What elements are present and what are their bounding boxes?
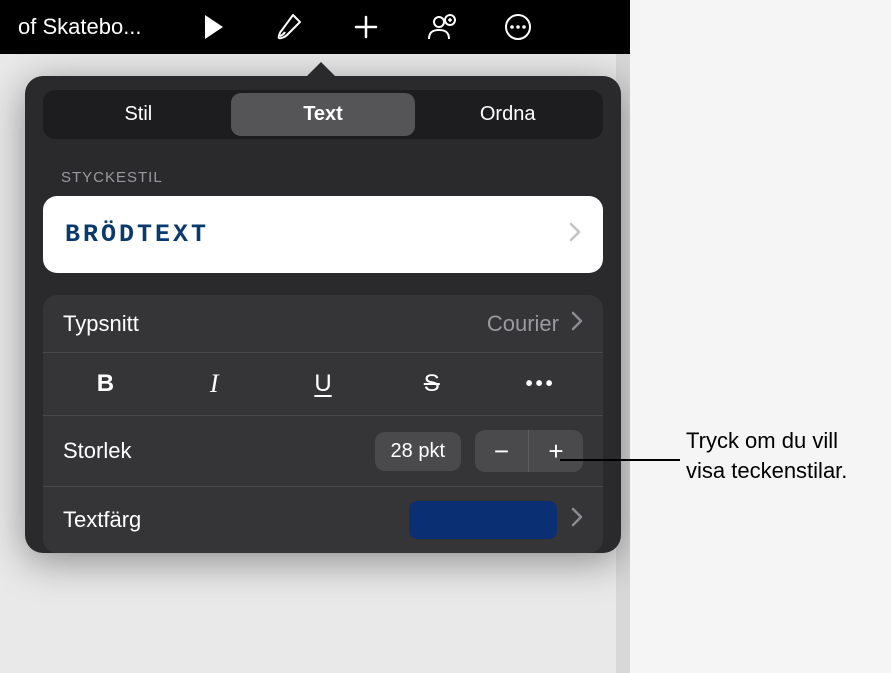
- font-value: Courier: [487, 311, 559, 337]
- more-button[interactable]: [480, 0, 556, 54]
- text-color-swatch[interactable]: [409, 501, 557, 539]
- size-row: Storlek 28 pkt − +: [43, 416, 603, 487]
- popover-caret: [305, 62, 337, 78]
- italic-button[interactable]: I: [160, 357, 269, 411]
- more-circle-icon: [503, 12, 533, 42]
- text-settings-group: Typsnitt Courier B I U S ••• Storlek 28 …: [43, 295, 603, 553]
- play-icon: [203, 14, 225, 40]
- tab-style[interactable]: Stil: [46, 93, 231, 136]
- size-increase-button[interactable]: +: [529, 430, 583, 472]
- bold-glyph: B: [97, 370, 114, 398]
- tab-arrange[interactable]: Ordna: [415, 93, 600, 136]
- brush-icon: [275, 12, 305, 42]
- format-tabs: Stil Text Ordna: [43, 90, 603, 139]
- size-label: Storlek: [63, 438, 375, 464]
- callout-line2: visa teckenstilar.: [686, 458, 847, 483]
- size-value[interactable]: 28 pkt: [375, 432, 461, 471]
- strike-glyph: S: [424, 370, 440, 398]
- paragraph-style-row[interactable]: BRÖDTEXT: [43, 196, 603, 273]
- paragraph-style-name: BRÖDTEXT: [65, 220, 209, 249]
- bold-button[interactable]: B: [51, 357, 160, 411]
- italic-glyph: I: [210, 369, 219, 399]
- format-panel: Stil Text Ordna STYCKESTIL BRÖDTEXT Typs…: [25, 76, 621, 553]
- underline-glyph: U: [314, 370, 331, 398]
- collaborate-button[interactable]: [404, 0, 480, 54]
- format-brush-button[interactable]: [252, 0, 328, 54]
- more-text-options-button[interactable]: •••: [486, 357, 595, 411]
- play-button[interactable]: [176, 0, 252, 54]
- plus-icon: [352, 13, 380, 41]
- callout-text: Tryck om du vill visa teckenstilar.: [686, 426, 886, 485]
- callout-leader-line: [560, 459, 680, 461]
- strikethrough-button[interactable]: S: [377, 357, 486, 411]
- size-decrease-button[interactable]: −: [475, 430, 529, 472]
- more-dots-icon: •••: [526, 373, 556, 396]
- font-label: Typsnitt: [63, 311, 487, 337]
- text-color-row[interactable]: Textfärg: [43, 487, 603, 553]
- size-stepper: − +: [475, 430, 583, 472]
- add-button[interactable]: [328, 0, 404, 54]
- text-style-row: B I U S •••: [43, 353, 603, 416]
- chevron-right-icon: [571, 506, 583, 534]
- person-add-icon: [426, 12, 458, 42]
- underline-button[interactable]: U: [269, 357, 378, 411]
- app-toolbar: of Skatebo...: [0, 0, 630, 54]
- document-title[interactable]: of Skatebo...: [6, 14, 176, 40]
- chevron-right-icon: [571, 310, 583, 338]
- paragraph-style-label: STYCKESTIL: [61, 169, 603, 186]
- font-row[interactable]: Typsnitt Courier: [43, 295, 603, 353]
- callout-line1: Tryck om du vill: [686, 428, 838, 453]
- text-color-label: Textfärg: [63, 507, 409, 533]
- chevron-right-icon: [569, 221, 581, 249]
- tab-text[interactable]: Text: [231, 93, 416, 136]
